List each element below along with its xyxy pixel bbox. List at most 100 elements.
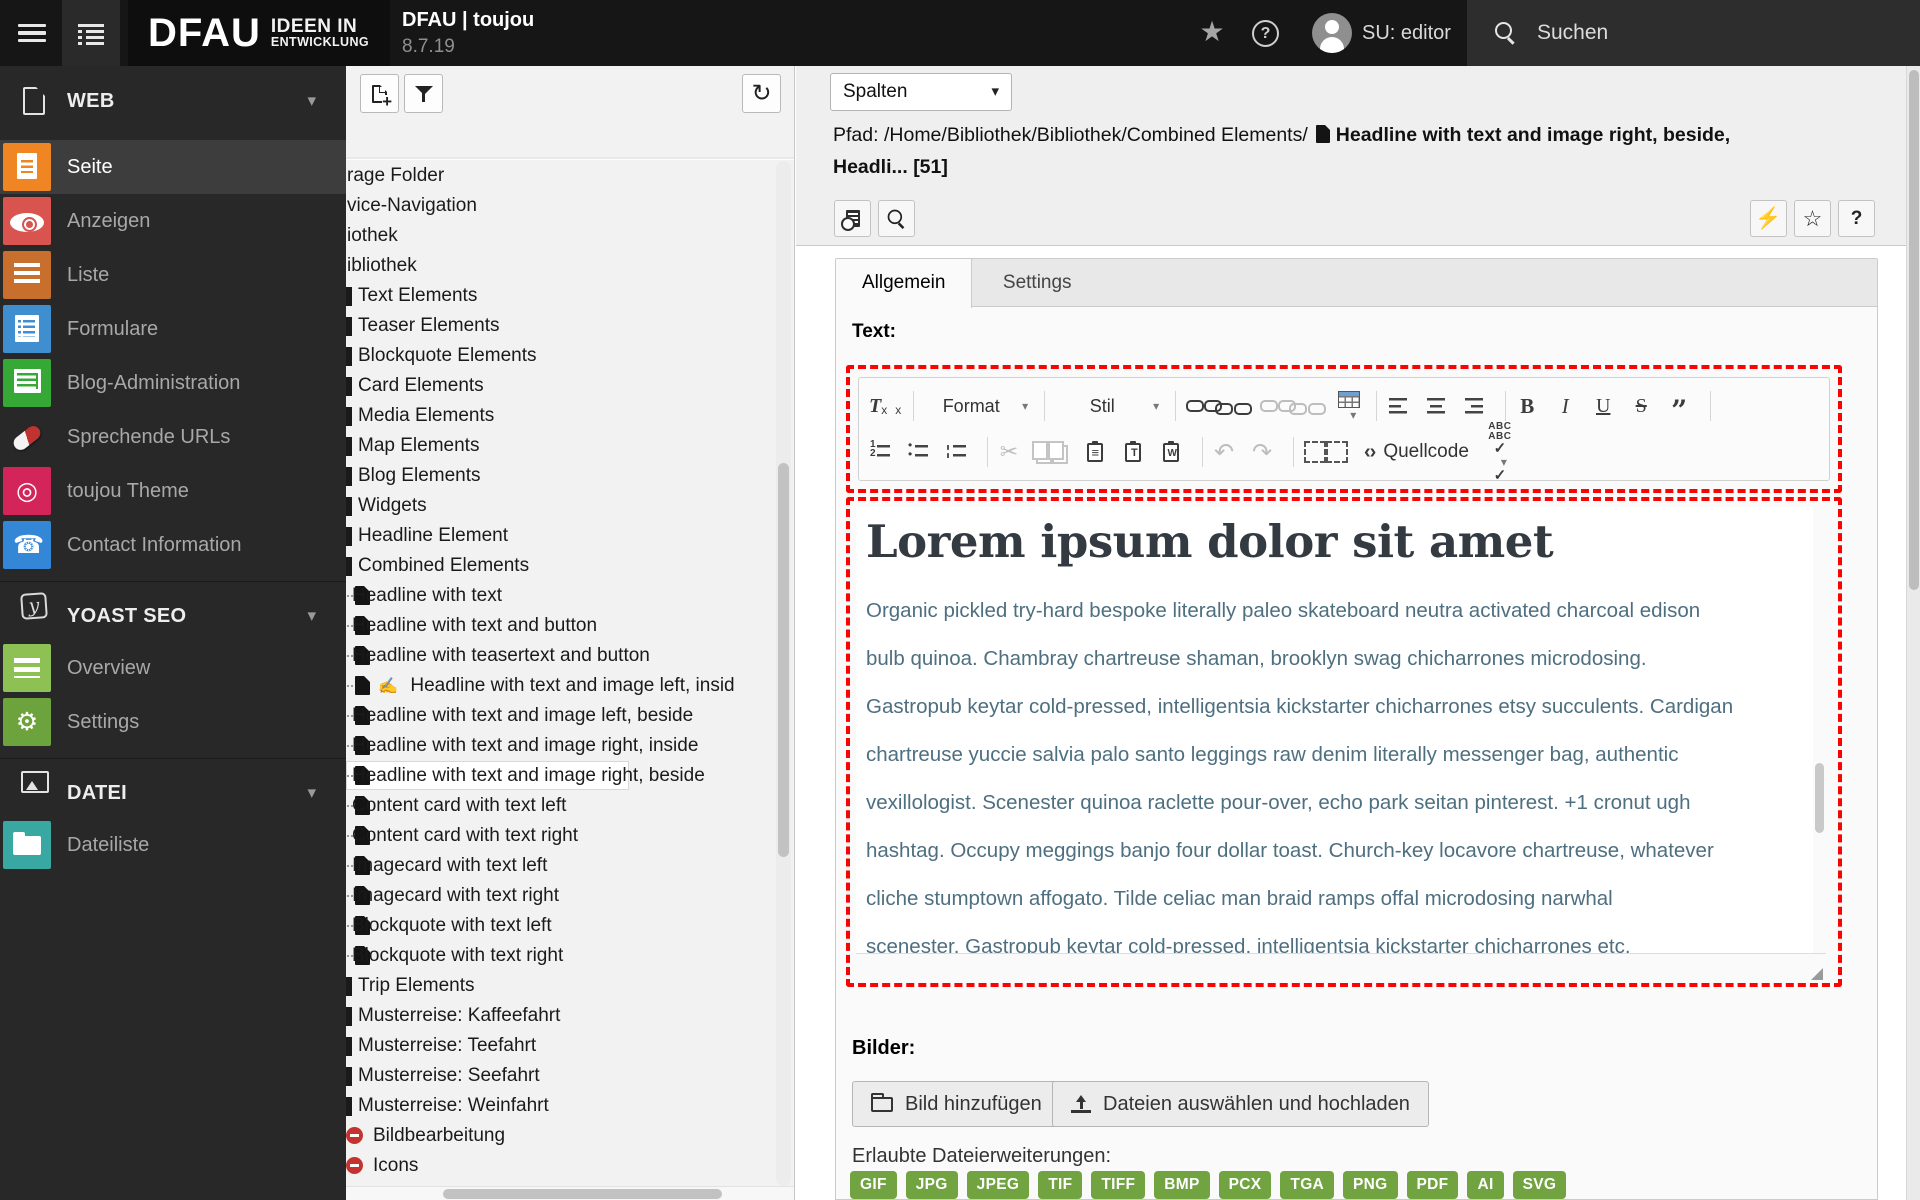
tree-item-label: Musterreise: Seefahrt xyxy=(358,1065,540,1086)
folder-icon xyxy=(346,287,352,306)
avatar[interactable] xyxy=(1312,13,1352,53)
tree-horizontal-scrollbar[interactable] xyxy=(346,1186,794,1200)
tree-item-trip-elements[interactable]: Trip Elements xyxy=(346,971,777,1001)
tree-item-imagecard-with-text-left[interactable]: Imagecard with text left xyxy=(346,851,777,881)
tree-item-bildbearbeitung[interactable]: Bildbearbeitung xyxy=(346,1121,777,1151)
sidebar-item-overview[interactable]: Overview xyxy=(0,641,346,695)
tree-item-imagecard-with-text-right[interactable]: Imagecard with text right xyxy=(346,881,777,911)
page-scrollbar[interactable] xyxy=(1906,66,1920,1200)
sidebar-section-web[interactable]: WEB ▾ xyxy=(0,78,346,124)
tree-vertical-scrollbar[interactable] xyxy=(776,161,791,1186)
sidebar-item-sprechende-urls[interactable]: Sprechende URLs xyxy=(0,410,346,464)
insert-table-icon xyxy=(1338,390,1361,408)
rte-content-highlight: Lorem ipsum dolor sit amet Organic pickl… xyxy=(846,497,1842,987)
folder-icon xyxy=(346,437,352,456)
sidebar-section-datei[interactable]: DATEI ▾ xyxy=(0,768,346,818)
folder-icon xyxy=(346,347,352,366)
record-history-button[interactable] xyxy=(834,200,871,237)
paste-as-text-icon xyxy=(1125,440,1141,462)
sidebar-item-contact-information[interactable]: ☎ Contact Information xyxy=(0,518,346,572)
docheader-help-button[interactable]: ? xyxy=(1838,200,1875,237)
tab-settings[interactable]: Settings xyxy=(977,259,1098,307)
rte-toolbar-highlight: T Format xyxy=(846,365,1842,493)
rte-editing-area[interactable]: Lorem ipsum dolor sit amet Organic pickl… xyxy=(856,507,1826,953)
tree-item-headline-with-text[interactable]: Headline with text xyxy=(346,581,777,611)
tree-item-headline-with-text-and-button[interactable]: Headline with text and button xyxy=(346,611,777,641)
align-right-icon xyxy=(1465,398,1484,414)
folder-icon xyxy=(346,317,352,336)
tree-item-bibliothek-2[interactable]: ibliothek xyxy=(346,251,777,281)
resize-handle[interactable] xyxy=(1811,968,1823,980)
extension-badge: BMP xyxy=(1154,1171,1210,1199)
tree-item-text-elements[interactable]: Text Elements xyxy=(346,281,777,311)
sidebar-item-seite[interactable]: Seite xyxy=(0,140,346,194)
sidebar-item-anzeigen[interactable]: Anzeigen xyxy=(0,194,346,248)
tree-item-musterreise-kaffeefahrt[interactable]: Musterreise: Kaffeefahrt xyxy=(346,1001,777,1031)
site-title-block: DFAU | toujou 8.7.19 xyxy=(402,9,534,58)
record-title-line1: Headline with text and image right, besi… xyxy=(1335,124,1731,146)
tree-item-icons[interactable]: Icons xyxy=(346,1151,777,1181)
tree-item-musterreise-seefahrt[interactable]: Musterreise: Seefahrt xyxy=(346,1061,777,1091)
sidebar-item-dateiliste[interactable]: Dateiliste xyxy=(0,818,346,872)
logo-tagline: IDEEN IN ENTWICKLUNG xyxy=(270,16,370,50)
cache-button[interactable]: ⚡ xyxy=(1750,200,1787,237)
bookmark-star-icon[interactable]: ★ xyxy=(1192,0,1232,66)
sidebar-item-blog-administration[interactable]: Blog-Administration xyxy=(0,356,346,410)
tree-item-storage-folder[interactable]: rage Folder xyxy=(346,161,777,191)
filter-button[interactable] xyxy=(404,74,443,113)
tree-item-blog-elements[interactable]: Blog Elements xyxy=(346,461,777,491)
tab-label: Allgemein xyxy=(862,272,946,293)
tree-item-headline-with-text-and-image-right-beside[interactable]: Headline with text and image right, besi… xyxy=(346,761,777,791)
bookmark-button[interactable]: ☆ xyxy=(1794,200,1831,237)
tree-item-blockquote-with-text-left[interactable]: Blockquote with text left xyxy=(346,911,777,941)
folder-icon xyxy=(346,527,352,546)
tab-allgemein[interactable]: Allgemein xyxy=(836,259,973,308)
view-webpage-button[interactable] xyxy=(878,200,915,237)
tree-item-widgets[interactable]: Widgets xyxy=(346,491,777,521)
search-input[interactable]: Suchen xyxy=(1467,0,1920,66)
tree-item-combined-elements[interactable]: Combined Elements xyxy=(346,551,777,581)
tree-item-musterreise-weinfahrt[interactable]: Musterreise: Weinfahrt xyxy=(346,1091,777,1121)
tree-item-headline-with-text-and-image-left-inside[interactable]: ✍ Headline with text and image left, ins… xyxy=(346,671,777,701)
refresh-tree-button[interactable]: ↻ xyxy=(742,74,781,113)
bookmark-list-button[interactable] xyxy=(62,0,120,66)
user-label[interactable]: SU: editor xyxy=(1362,0,1451,66)
unordered-list-icon xyxy=(908,441,928,461)
question-mark-icon: ? xyxy=(1850,207,1863,229)
tree-item-card-elements[interactable]: Card Elements xyxy=(346,371,777,401)
tree-item-headline-with-text-and-image-left-beside[interactable]: Headline with text and image left, besid… xyxy=(346,701,777,731)
tree-item-label: Blockquote with text right xyxy=(352,945,564,966)
menu-toggle-button[interactable] xyxy=(10,0,54,66)
sidebar-item-label: Blog-Administration xyxy=(67,372,241,394)
help-icon[interactable]: ? xyxy=(1252,20,1279,47)
module-icon-tile xyxy=(3,359,51,407)
tree-item-blockquote-elements[interactable]: Blockquote Elements xyxy=(346,341,777,371)
rte-scrollbar[interactable] xyxy=(1813,507,1826,953)
tree-item-content-card-with-text-left[interactable]: Content card with text left xyxy=(346,791,777,821)
new-page-button[interactable] xyxy=(360,74,399,113)
folder-icon xyxy=(346,557,352,576)
tree-item-service-navigation[interactable]: vice-Navigation xyxy=(346,191,777,221)
sidebar-section-yoast[interactable]: y YOAST SEO ▾ xyxy=(0,591,346,641)
site-title: DFAU | toujou xyxy=(402,9,535,31)
tree-item-blockquote-with-text-right[interactable]: Blockquote with text right xyxy=(346,941,777,971)
tree-item-map-elements[interactable]: Map Elements xyxy=(346,431,777,461)
sidebar-item-liste[interactable]: Liste xyxy=(0,248,346,302)
tree-item-musterreise-teefahrt[interactable]: Musterreise: Teefahrt xyxy=(346,1031,777,1061)
remove-format-icon: T xyxy=(869,395,887,418)
tree-item-headline-with-text-and-image-right-inside[interactable]: Headline with text and image right, insi… xyxy=(346,731,777,761)
sidebar-item-formulare[interactable]: Formulare xyxy=(0,302,346,356)
undo-icon: ↶ xyxy=(1213,438,1235,466)
sidebar-item-toujou-theme[interactable]: ◎ toujou Theme xyxy=(0,464,346,518)
upload-files-button[interactable]: Dateien auswählen und hochladen xyxy=(1052,1081,1429,1127)
tree-item-teaser-elements[interactable]: Teaser Elements xyxy=(346,311,777,341)
columns-select[interactable]: Spalten ▾ xyxy=(830,73,1012,111)
add-image-button[interactable]: Bild hinzufügen xyxy=(852,1081,1061,1127)
tree-item-media-elements[interactable]: Media Elements xyxy=(346,401,777,431)
tree-item-label: Map Elements xyxy=(358,435,480,456)
sidebar-item-settings[interactable]: ⚙ Settings xyxy=(0,695,346,749)
tree-item-bibliothek-1[interactable]: iothek xyxy=(346,221,777,251)
tree-item-headline-with-teasertext-and-button[interactable]: Headline with teasertext and button xyxy=(346,641,777,671)
tree-item-headline-element[interactable]: Headline Element xyxy=(346,521,777,551)
tree-item-content-card-with-text-right[interactable]: Content card with text right xyxy=(346,821,777,851)
